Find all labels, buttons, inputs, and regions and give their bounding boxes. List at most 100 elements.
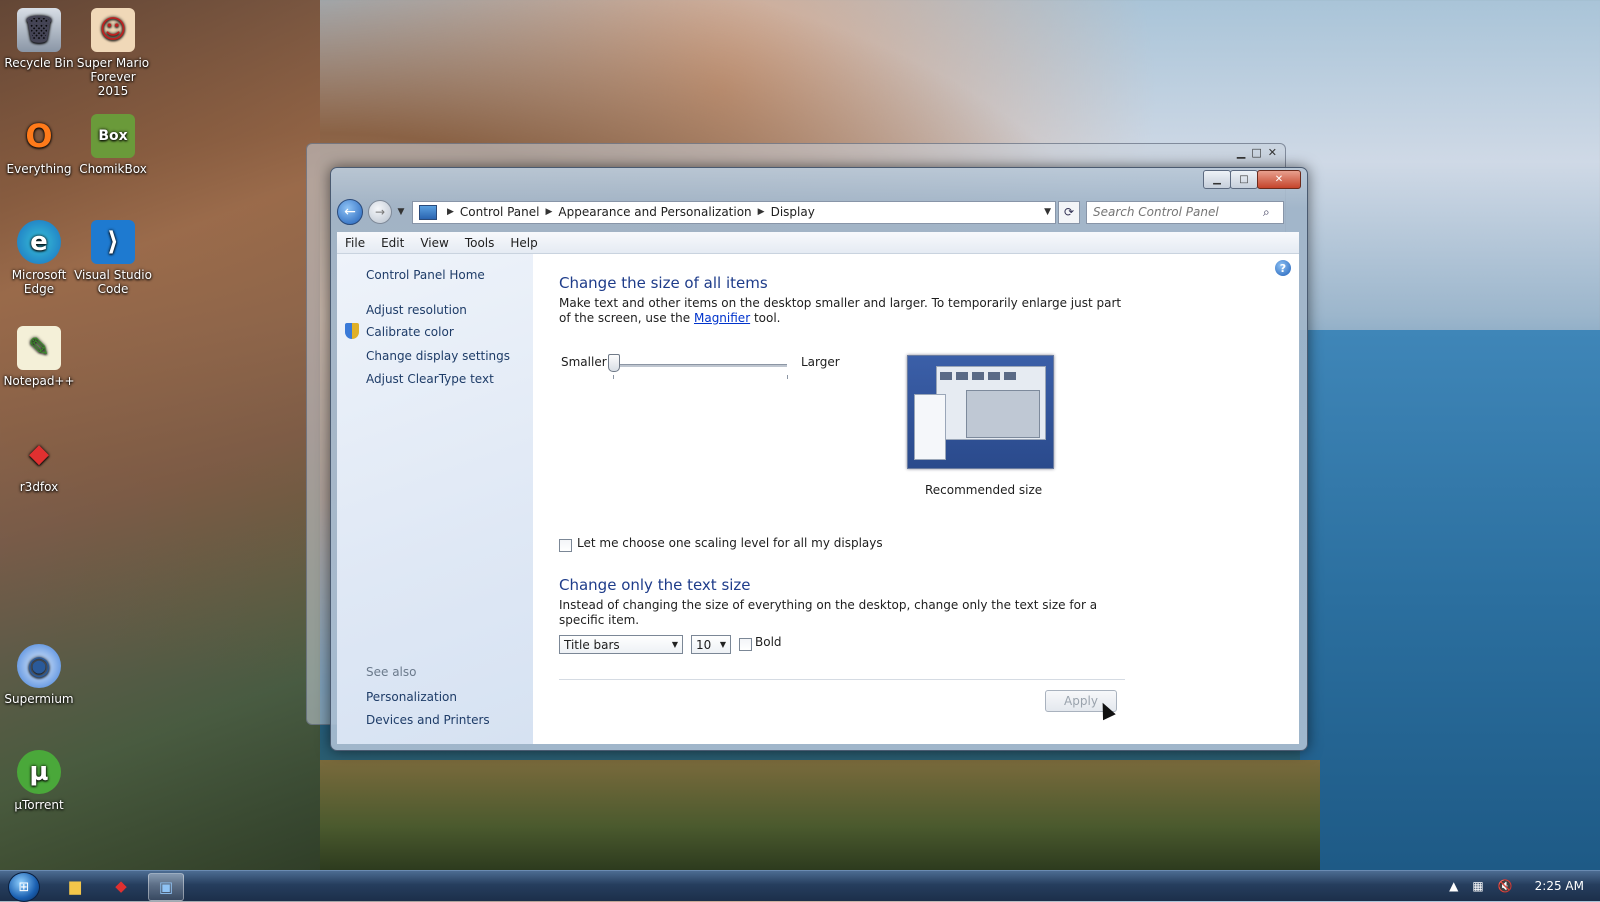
chevron-right-icon[interactable]: ▶ [546,207,553,217]
desktop-icon-label: µTorrent [14,798,64,812]
desktop-wallpaper-foliage [320,760,1320,870]
menu-tools[interactable]: Tools [457,236,503,250]
description-text-end: tool. [750,311,781,325]
scaling-checkbox-label[interactable]: Let me choose one scaling level for all … [577,536,883,550]
close-icon: ✕ [1274,174,1284,185]
desktop-icon-vscode[interactable]: ⟩ Visual Studio Code [74,220,152,296]
breadcrumb-control-panel[interactable]: Control Panel [460,205,540,219]
size-slider[interactable] [613,364,787,367]
minimize-icon[interactable]: ▁ [1237,146,1245,159]
close-button[interactable]: ✕ [1257,170,1301,189]
chevron-down-icon: ▼ [671,640,679,649]
bold-checkbox-label[interactable]: Bold [755,635,782,649]
chevron-right-icon[interactable]: ▶ [758,207,765,217]
r3dfox-icon: ◆ [115,877,127,895]
menu-file[interactable]: File [337,236,373,250]
sidebar-link-personalization[interactable]: Personalization [366,690,457,704]
forward-button[interactable]: → [368,200,392,224]
scaling-checkbox[interactable] [559,539,572,552]
sidebar-link-control-panel-home[interactable]: Control Panel Home [366,268,485,282]
sidebar-link-adjust-resolution[interactable]: Adjust resolution [366,303,467,317]
edge-icon: e [17,220,61,264]
minimize-button[interactable]: ▁ [1203,170,1231,189]
show-hidden-icons-icon[interactable]: ▲ [1449,879,1458,893]
menu-view[interactable]: View [412,236,456,250]
desktop-icon-supermium[interactable]: ◉ Supermium [0,644,78,706]
notepadpp-icon: ✎ [17,326,61,370]
system-tray: ▲ ▦ 🔇 2:25 AM [1435,871,1584,901]
chevron-down-icon: ▼ [719,640,727,649]
desktop-icon-everything[interactable]: O Everything [0,114,78,176]
display-control-panel-window[interactable]: ▁ □ ✕ ← → ▼ ▶ Control Panel ▶ Appearance… [330,167,1308,751]
maximize-icon[interactable]: □ [1251,146,1261,159]
desktop-icon-super-mario[interactable]: ☺ Super Mario Forever 2015 [74,8,152,98]
description-change-text-size: Instead of changing the size of everythi… [559,598,1098,627]
breadcrumb-display[interactable]: Display [771,205,815,219]
font-size-select[interactable]: 10 ▼ [691,635,731,654]
taskbar-control-panel[interactable]: ▣ [148,873,184,901]
desktop-icon-recycle-bin[interactable]: 🗑 Recycle Bin [0,8,78,70]
chevron-right-icon[interactable]: ▶ [447,207,454,217]
desktop-icon-label: Supermium [4,692,74,706]
refresh-button[interactable]: ⟳ [1058,200,1080,224]
maximize-button[interactable]: □ [1230,170,1258,189]
control-panel-icon [419,204,437,220]
mario-icon: ☺ [91,8,135,52]
taskbar-r3dfox[interactable]: ◆ [104,873,138,899]
search-input[interactable] [1087,204,1263,220]
shield-icon [345,323,359,339]
minimize-icon: ▁ [1213,174,1221,185]
size-slider-thumb[interactable] [608,354,620,372]
taskbar-explorer[interactable]: ▆ [58,873,92,899]
sidebar-link-calibrate-color[interactable]: Calibrate color [366,325,454,339]
desktop-icon-label: Visual Studio Code [74,268,152,296]
address-dropdown-icon[interactable]: ▼ [1044,207,1051,217]
slider-tick [787,375,788,379]
folder-icon: ▆ [69,877,81,895]
magnifier-link[interactable]: Magnifier [694,311,750,325]
menu-edit[interactable]: Edit [373,236,412,250]
desktop-wallpaper-sea [1300,330,1600,870]
clock[interactable]: 2:25 AM [1535,879,1584,893]
desktop-icon-r3dfox[interactable]: ◆ r3dfox [0,432,78,494]
bold-checkbox[interactable] [739,638,752,651]
chevron-down-icon: ▼ [397,207,405,217]
windows-logo-icon: ⊞ [18,879,30,895]
window-content: Control Panel Home Adjust resolution Cal… [337,254,1299,744]
network-icon[interactable]: ▦ [1472,879,1483,893]
arrow-right-icon: → [374,205,386,219]
desktop-icon-chomikbox[interactable]: Box ChomikBox [74,114,152,176]
preview-window-front [966,390,1040,438]
address-bar[interactable]: ▶ Control Panel ▶ Appearance and Persona… [412,200,1056,224]
preview-toolbar [940,372,1020,380]
volume-muted-icon[interactable]: 🔇 [1498,879,1513,893]
chomikbox-icon: Box [91,114,135,158]
description-change-size: Make text and other items on the desktop… [559,296,1129,326]
breadcrumb-appearance[interactable]: Appearance and Personalization [558,205,751,219]
preview-window-side [914,394,946,460]
start-button[interactable]: ⊞ [8,872,40,902]
sidebar-link-adjust-cleartype[interactable]: Adjust ClearType text [366,372,494,386]
help-icon[interactable]: ? [1275,260,1291,276]
search-box[interactable]: ⌕ [1086,200,1284,224]
maximize-icon: □ [1239,174,1249,185]
desktop-icon-microsoft-edge[interactable]: e Microsoft Edge [0,220,78,296]
r3dfox-icon: ◆ [29,439,49,469]
search-icon[interactable]: ⌕ [1263,205,1279,220]
recent-pages-button[interactable]: ▼ [394,207,408,217]
item-select[interactable]: Title bars ▼ [559,635,683,654]
sidebar-link-devices-printers[interactable]: Devices and Printers [366,713,490,727]
desktop-icon-utorrent[interactable]: µ µTorrent [0,750,78,812]
menu-help[interactable]: Help [502,236,545,250]
description-text: Make text and other items on the desktop… [559,296,1122,325]
main-pane: ? Change the size of all items Make text… [533,254,1299,744]
size-preview-image [907,355,1054,469]
close-icon[interactable]: ✕ [1268,146,1277,159]
sidebar-link-change-display-settings[interactable]: Change display settings [366,349,510,363]
desktop-icon-notepadpp[interactable]: ✎ Notepad++ [0,326,78,388]
separator [559,679,1125,680]
arrow-left-icon: ← [344,204,356,220]
everything-icon: O [25,117,53,155]
back-button[interactable]: ← [337,199,363,225]
desktop-icon-label: Microsoft Edge [11,268,67,296]
